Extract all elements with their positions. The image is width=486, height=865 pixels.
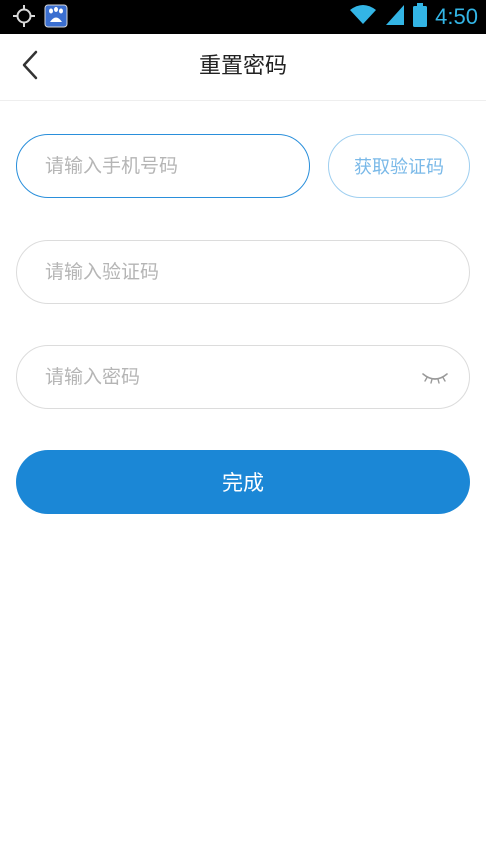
back-button[interactable] <box>10 46 50 88</box>
status-left <box>12 4 68 32</box>
page-title: 重置密码 <box>198 54 287 79</box>
phone-field[interactable] <box>16 134 310 198</box>
chevron-left-icon <box>20 49 40 85</box>
wifi-icon <box>349 4 377 30</box>
app-header: 重置密码 <box>0 34 486 101</box>
baidu-app-icon <box>44 4 68 32</box>
code-field[interactable] <box>16 240 470 304</box>
gps-icon <box>12 4 36 32</box>
status-bar: 4:50 <box>0 0 486 34</box>
password-input[interactable] <box>45 346 405 408</box>
status-clock: 4:50 <box>435 4 478 29</box>
password-field[interactable] <box>16 345 470 409</box>
get-code-button[interactable]: 获取验证码 <box>328 134 470 198</box>
battery-icon <box>413 3 428 31</box>
phone-input[interactable] <box>45 135 295 197</box>
signal-icon <box>385 4 405 30</box>
status-right: 4:50 <box>349 0 478 34</box>
eye-closed-icon[interactable] <box>421 366 449 388</box>
submit-button[interactable]: 完成 <box>16 450 470 514</box>
code-input[interactable] <box>45 241 445 303</box>
